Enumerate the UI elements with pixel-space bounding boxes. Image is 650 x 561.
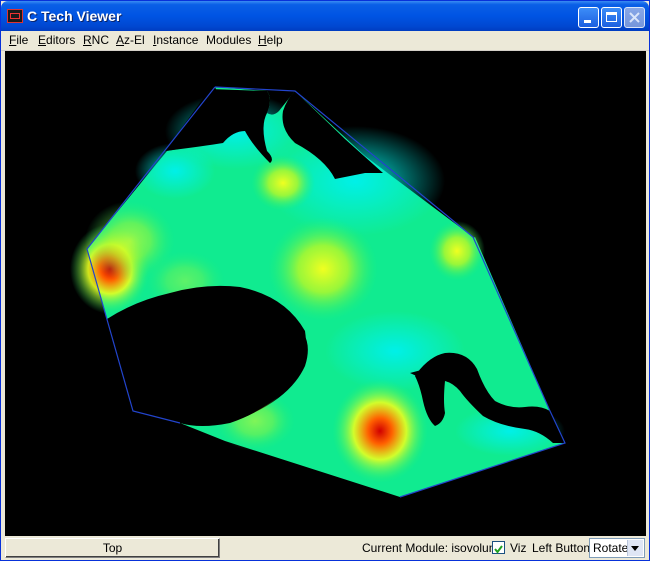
menu-rnc[interactable]: RNC bbox=[83, 33, 109, 47]
mouse-mode-select[interactable]: Rotate bbox=[589, 538, 645, 558]
minimize-icon bbox=[584, 20, 591, 23]
3d-viewport[interactable] bbox=[5, 51, 646, 536]
status-bar: Top Current Module: isovolume Viz Left B… bbox=[1, 536, 649, 560]
chevron-down-icon[interactable] bbox=[627, 540, 643, 556]
menu-instance[interactable]: Instance bbox=[153, 33, 198, 47]
isovolume-render bbox=[70, 86, 566, 498]
menu-bar: File Editors RNC Az-El Instance Modules … bbox=[1, 31, 649, 51]
maximize-icon bbox=[606, 12, 617, 22]
menu-modules[interactable]: Modules bbox=[206, 33, 251, 47]
view-top-button[interactable]: Top bbox=[5, 538, 220, 558]
menu-file[interactable]: File bbox=[9, 33, 28, 47]
close-icon bbox=[629, 12, 640, 23]
window-title: C Tech Viewer bbox=[27, 8, 122, 24]
viz-checkbox[interactable] bbox=[492, 541, 505, 554]
current-module-label: Current Module: isovolume bbox=[362, 541, 506, 555]
checkmark-icon bbox=[494, 545, 503, 554]
close-button[interactable] bbox=[624, 7, 645, 28]
left-button-label: Left Button bbox=[532, 541, 591, 555]
maximize-button[interactable] bbox=[601, 7, 622, 28]
menu-help[interactable]: Help bbox=[258, 33, 283, 47]
menu-az-el[interactable]: Az-El bbox=[116, 33, 145, 47]
minimize-button[interactable] bbox=[578, 7, 599, 28]
mouse-mode-value: Rotate bbox=[593, 541, 629, 555]
viz-label: Viz bbox=[510, 541, 527, 555]
menu-editors[interactable]: Editors bbox=[38, 33, 75, 47]
app-window: C Tech Viewer File Editors RNC Az-El Ins… bbox=[0, 0, 650, 561]
app-icon bbox=[7, 9, 23, 23]
title-bar[interactable]: C Tech Viewer bbox=[1, 1, 649, 31]
